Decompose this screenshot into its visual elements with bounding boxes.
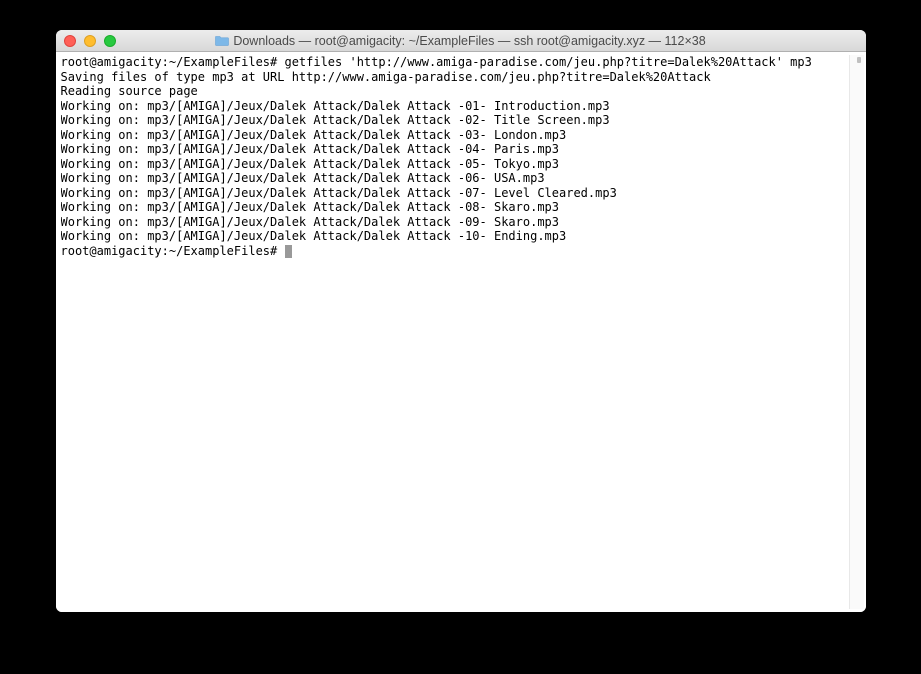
terminal-line: Saving files of type mp3 at URL http://w… (61, 70, 849, 85)
terminal-line: Working on: mp3/[AMIGA]/Jeux/Dalek Attac… (61, 157, 849, 172)
titlebar[interactable]: Downloads — root@amigacity: ~/ExampleFil… (56, 30, 866, 52)
scroll-marker (857, 57, 861, 63)
prompt: root@amigacity:~/ExampleFiles# (61, 244, 285, 258)
terminal-window: Downloads — root@amigacity: ~/ExampleFil… (56, 30, 866, 612)
folder-icon (215, 35, 229, 46)
terminal-line: Working on: mp3/[AMIGA]/Jeux/Dalek Attac… (61, 171, 849, 186)
scrollbar[interactable] (849, 55, 864, 609)
terminal-body[interactable]: root@amigacity:~/ExampleFiles# getfiles … (56, 52, 866, 612)
title-wrap: Downloads — root@amigacity: ~/ExampleFil… (56, 34, 866, 48)
window-title: Downloads — root@amigacity: ~/ExampleFil… (233, 34, 705, 48)
terminal-line: Working on: mp3/[AMIGA]/Jeux/Dalek Attac… (61, 128, 849, 143)
terminal-line: Working on: mp3/[AMIGA]/Jeux/Dalek Attac… (61, 99, 849, 114)
terminal-line: Reading source page (61, 84, 849, 99)
terminal-content[interactable]: root@amigacity:~/ExampleFiles# getfiles … (61, 55, 849, 609)
cursor (285, 245, 292, 258)
terminal-line: Working on: mp3/[AMIGA]/Jeux/Dalek Attac… (61, 200, 849, 215)
close-button[interactable] (64, 35, 76, 47)
traffic-lights (64, 35, 116, 47)
terminal-line: Working on: mp3/[AMIGA]/Jeux/Dalek Attac… (61, 229, 849, 244)
terminal-line: Working on: mp3/[AMIGA]/Jeux/Dalek Attac… (61, 186, 849, 201)
terminal-line: Working on: mp3/[AMIGA]/Jeux/Dalek Attac… (61, 215, 849, 230)
terminal-line: Working on: mp3/[AMIGA]/Jeux/Dalek Attac… (61, 113, 849, 128)
maximize-button[interactable] (104, 35, 116, 47)
terminal-line: root@amigacity:~/ExampleFiles# getfiles … (61, 55, 849, 70)
minimize-button[interactable] (84, 35, 96, 47)
terminal-line: Working on: mp3/[AMIGA]/Jeux/Dalek Attac… (61, 142, 849, 157)
